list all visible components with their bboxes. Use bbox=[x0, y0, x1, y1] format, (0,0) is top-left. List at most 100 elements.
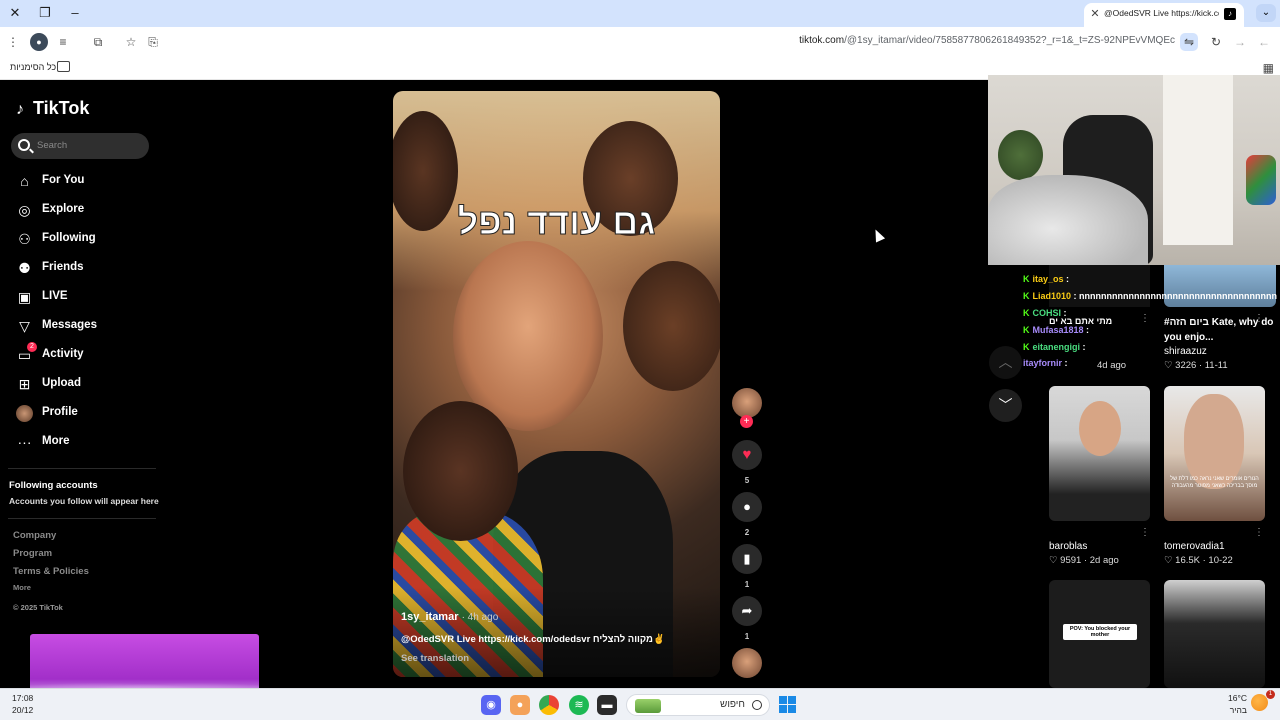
tab-close-icon[interactable]: ✕ bbox=[1087, 6, 1103, 22]
restore-window-icon[interactable]: ❐ bbox=[35, 4, 55, 22]
footer-terms[interactable]: Terms & Policies bbox=[13, 566, 89, 577]
card-more-icon[interactable]: ⋮ bbox=[1254, 527, 1264, 538]
browser-toolbar: ⋮ ● ≡ ⧉ ☆ ⎘ tiktok.com/@1sy_itamar/video… bbox=[0, 27, 1280, 57]
spotify-icon[interactable]: ≋ bbox=[569, 695, 589, 715]
chat-message: itayfornir : bbox=[1023, 358, 1068, 368]
recommendation-thumb[interactable] bbox=[1164, 580, 1265, 688]
browser-tab[interactable]: ✕ @OdedSVR Live https://kick.com ♪ bbox=[1084, 3, 1244, 27]
search-placeholder: Search bbox=[37, 140, 68, 151]
card-user[interactable]: baroblas bbox=[1049, 541, 1087, 552]
compass-icon: ◎ bbox=[18, 202, 31, 218]
music-disc-avatar[interactable] bbox=[732, 648, 762, 678]
kick-badge-icon: K bbox=[1023, 274, 1030, 284]
friends-icon: ⚉ bbox=[18, 260, 31, 276]
previous-video-button[interactable]: ︿ bbox=[989, 346, 1022, 379]
card-user[interactable]: tomerovadia1 bbox=[1164, 541, 1225, 552]
footer-company[interactable]: Company bbox=[13, 530, 56, 541]
search-input[interactable]: Search bbox=[11, 133, 149, 159]
nav-profile[interactable]: Profile bbox=[16, 402, 156, 426]
nav-more[interactable]: ··· More bbox=[16, 431, 156, 455]
nav-messages[interactable]: ▽ Messages bbox=[16, 315, 156, 339]
recommendation-thumb[interactable]: הנורים אומרים שאני נראה כמו דלת של מוסך … bbox=[1164, 386, 1265, 521]
temperature: 16°C bbox=[1228, 693, 1247, 703]
kick-badge-icon: K bbox=[1023, 325, 1030, 335]
install-icon[interactable]: ⎘ bbox=[144, 33, 162, 51]
share-icon[interactable]: ➦ bbox=[732, 596, 762, 626]
profile-avatar[interactable]: ● bbox=[30, 33, 48, 51]
discord-icon[interactable]: ◉ bbox=[481, 695, 501, 715]
nav-explore[interactable]: ◎ Explore bbox=[16, 199, 156, 223]
recommendation-thumb[interactable]: POV: You blocked your mother bbox=[1049, 580, 1150, 688]
divider bbox=[8, 468, 156, 469]
site-settings-icon[interactable]: ⇋ bbox=[1180, 33, 1198, 51]
chat-text: : bbox=[1082, 342, 1086, 352]
taskbar-search-input[interactable]: חיפוש bbox=[626, 694, 770, 716]
windows-start-icon[interactable] bbox=[779, 696, 796, 713]
reload-icon[interactable]: ↻ bbox=[1207, 33, 1225, 51]
next-video-button[interactable]: ﹀ bbox=[989, 389, 1022, 422]
nav-upload[interactable]: ⊞ Upload bbox=[16, 373, 156, 397]
chat-text: : bbox=[1064, 358, 1068, 368]
footer-program[interactable]: Program bbox=[13, 548, 52, 559]
forward-icon[interactable]: → bbox=[1231, 33, 1249, 51]
thumb-face bbox=[1079, 401, 1121, 456]
more-icon: ··· bbox=[17, 434, 32, 450]
recommendation-thumb[interactable] bbox=[1049, 386, 1150, 521]
video-person bbox=[623, 261, 720, 391]
mouse-cursor bbox=[870, 227, 886, 243]
nav-label: More bbox=[42, 435, 70, 447]
chrome-icon[interactable] bbox=[539, 695, 559, 715]
follow-plus-icon[interactable]: + bbox=[740, 415, 753, 428]
webcam-door bbox=[1163, 75, 1233, 245]
nav-friends[interactable]: ⚉ Friends bbox=[16, 257, 156, 281]
thumb-text: POV: You blocked your mother bbox=[1063, 624, 1137, 640]
card-more-icon[interactable]: ⋮ bbox=[1140, 527, 1150, 538]
video-player[interactable]: גם עודד נפל 1sy_itamar · 4h ago @OdedSVR… bbox=[393, 91, 720, 677]
puzzle-icon[interactable]: ⧉ bbox=[89, 33, 107, 51]
author-name[interactable]: 1sy_itamar bbox=[401, 611, 459, 623]
creator-avatar[interactable] bbox=[732, 388, 762, 418]
see-translation-link[interactable]: See translation bbox=[401, 653, 469, 664]
weather-widget[interactable]: 16°C בהיר bbox=[1225, 692, 1247, 716]
menu-icon[interactable]: ⋮ bbox=[4, 33, 22, 51]
nav-activity[interactable]: ▭ 2 Activity bbox=[16, 342, 156, 368]
nav-live[interactable]: ▣ LIVE bbox=[16, 286, 156, 310]
weather-sun-icon[interactable] bbox=[1251, 694, 1268, 711]
nav-for-you[interactable]: ⌂ For You bbox=[16, 170, 156, 194]
chat-user: Mufasa1818 bbox=[1032, 325, 1084, 335]
save-count: 1 bbox=[744, 580, 750, 589]
all-bookmarks-label[interactable]: כל הסימניות bbox=[10, 62, 56, 72]
back-icon[interactable]: ← bbox=[1255, 33, 1273, 51]
chat-user: itay_os bbox=[1032, 274, 1064, 284]
notification-badge: 1 bbox=[1266, 690, 1275, 699]
search-icon bbox=[18, 139, 30, 151]
comment-icon[interactable]: ● bbox=[732, 492, 762, 522]
nav-following[interactable]: ⚇ Following bbox=[16, 228, 156, 252]
folder-icon[interactable] bbox=[57, 61, 70, 72]
system-clock[interactable]: 17:08 20/12 bbox=[12, 692, 33, 716]
nav-label: Profile bbox=[42, 406, 78, 418]
apps-grid-icon[interactable]: ▦ bbox=[1263, 61, 1274, 75]
thumb-text: הנורים אומרים שאני נראה כמו דלת של מוסך … bbox=[1170, 476, 1259, 489]
like-heart-icon[interactable]: ♥ bbox=[732, 440, 762, 470]
minimize-window-icon[interactable]: – bbox=[65, 4, 85, 22]
footer-more[interactable]: More bbox=[13, 583, 31, 592]
nav-label: Activity bbox=[42, 348, 84, 360]
tab-search-icon[interactable]: ⌄ bbox=[1256, 4, 1276, 22]
extension-icon[interactable]: ≡ bbox=[54, 33, 72, 51]
copyright: © 2025 TikTok bbox=[13, 603, 63, 612]
clock-time: 17:08 bbox=[12, 693, 34, 703]
bookmark-icon[interactable]: ▮ bbox=[732, 544, 762, 574]
share-count: 1 bbox=[744, 632, 750, 641]
nav-label: Explore bbox=[42, 203, 85, 215]
terminal-icon[interactable]: ▬ bbox=[597, 695, 617, 715]
star-icon[interactable]: ☆ bbox=[122, 33, 140, 51]
tiktok-logo[interactable]: ♪ TikTok bbox=[16, 98, 89, 119]
windows-taskbar: 17:08 20/12 ◉ ● ≋ ▬ חיפוש 16°C בהיר 1 bbox=[0, 688, 1280, 720]
close-window-icon[interactable]: ✕ bbox=[5, 4, 25, 22]
video-author[interactable]: 1sy_itamar · 4h ago bbox=[401, 611, 498, 623]
comment-count: 2 bbox=[744, 528, 750, 537]
tiktok-sidebar: ♪ TikTok Search ⌂ For You ◎ Explore ⚇ Fol… bbox=[0, 80, 160, 688]
address-bar[interactable]: ☆ ⎘ tiktok.com/@1sy_itamar/video/7585877… bbox=[118, 30, 1200, 54]
app-icon[interactable]: ● bbox=[510, 695, 530, 715]
